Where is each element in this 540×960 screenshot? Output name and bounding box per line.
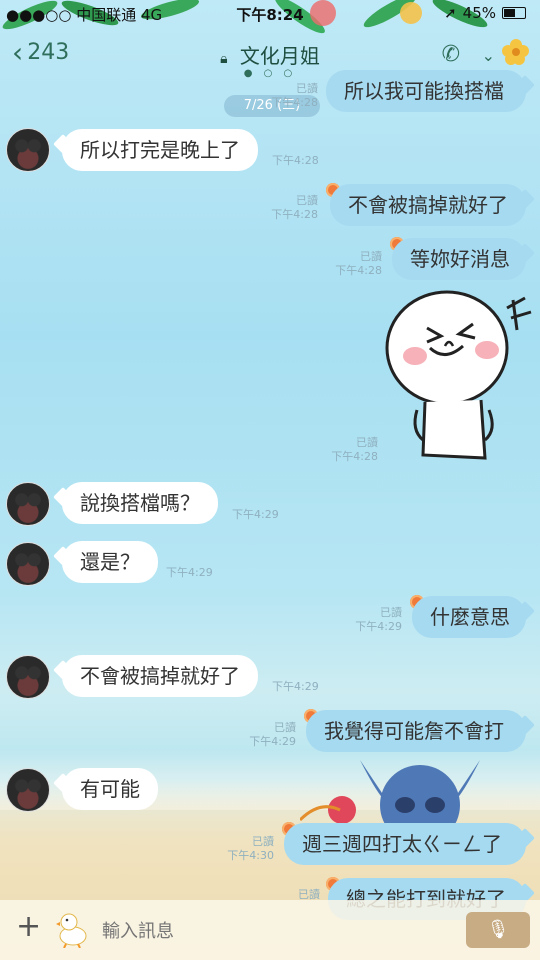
outgoing-message[interactable]: 什麼意思 xyxy=(412,596,526,638)
outgoing-message[interactable]: 週三週四打太ㄍㄧㄥ了 xyxy=(284,823,526,865)
lock-icon: 🔒︎ xyxy=(220,51,228,67)
incoming-message[interactable]: 所以打完是晚上了 xyxy=(62,129,258,171)
chevron-down-icon[interactable]: ⌄ xyxy=(482,46,495,65)
message-meta: 已讀 下午4:28 xyxy=(331,436,378,463)
battery-percent: 45% xyxy=(462,4,496,22)
message-input[interactable] xyxy=(100,914,454,948)
chat-title-text: 文化月姐 xyxy=(239,44,320,68)
message-meta: 已讀 下午4:29 xyxy=(249,721,296,748)
outgoing-message[interactable]: 不會被搞掉就好了 xyxy=(330,184,526,226)
message-meta: 已讀 下午4:29 xyxy=(355,606,402,633)
avatar[interactable] xyxy=(6,768,50,812)
message-meta: 已讀 下午4:28 xyxy=(335,250,382,277)
message-time: 下午4:29 xyxy=(166,566,213,579)
incoming-message[interactable]: 有可能 xyxy=(62,768,158,810)
message-time: 下午4:29 xyxy=(232,508,279,521)
chat-screen: ●●●○○ 中国联通 4G 下午8:24 ➚ 45% ‹ 243 🔒︎ 文化月姐… xyxy=(0,0,540,960)
message-meta: 已讀 下午4:30 xyxy=(227,835,274,862)
phone-icon[interactable]: ✆ xyxy=(442,42,460,67)
status-bar: ●●●○○ 中国联通 4G 下午8:24 ➚ 45% xyxy=(0,0,540,28)
message-meta: 已讀 下午4:28 xyxy=(271,82,318,109)
flower-icon[interactable] xyxy=(502,38,530,66)
avatar[interactable] xyxy=(6,655,50,699)
plus-icon[interactable]: + xyxy=(16,912,41,942)
duck-sticker-icon[interactable] xyxy=(56,910,90,948)
message-meta: 已讀 下午4:28 xyxy=(271,194,318,221)
incoming-message[interactable]: 說換搭檔嗎？ xyxy=(62,482,218,524)
outgoing-message[interactable]: 所以我可能換搭檔 xyxy=(326,70,526,112)
microphone-icon[interactable]: 🎙︎ xyxy=(466,912,530,948)
avatar[interactable] xyxy=(6,482,50,526)
battery-indicator: ➚ 45% xyxy=(444,4,526,22)
incoming-message[interactable]: 還是？ xyxy=(62,541,158,583)
avatar[interactable] xyxy=(6,128,50,172)
outgoing-message[interactable]: 我覺得可能詹不會打 xyxy=(306,710,526,752)
battery-icon xyxy=(502,7,526,19)
message-time: 下午4:28 xyxy=(272,154,319,167)
sticker-image[interactable] xyxy=(385,290,535,465)
message-time: 下午4:29 xyxy=(272,680,319,693)
incoming-message[interactable]: 不會被搞掉就好了 xyxy=(62,655,258,697)
message-input-bar: + 🎙︎ xyxy=(0,900,540,960)
outgoing-message[interactable]: 等妳好消息 xyxy=(392,238,526,280)
avatar[interactable] xyxy=(6,542,50,586)
location-arrow-icon: ➚ xyxy=(444,4,457,22)
